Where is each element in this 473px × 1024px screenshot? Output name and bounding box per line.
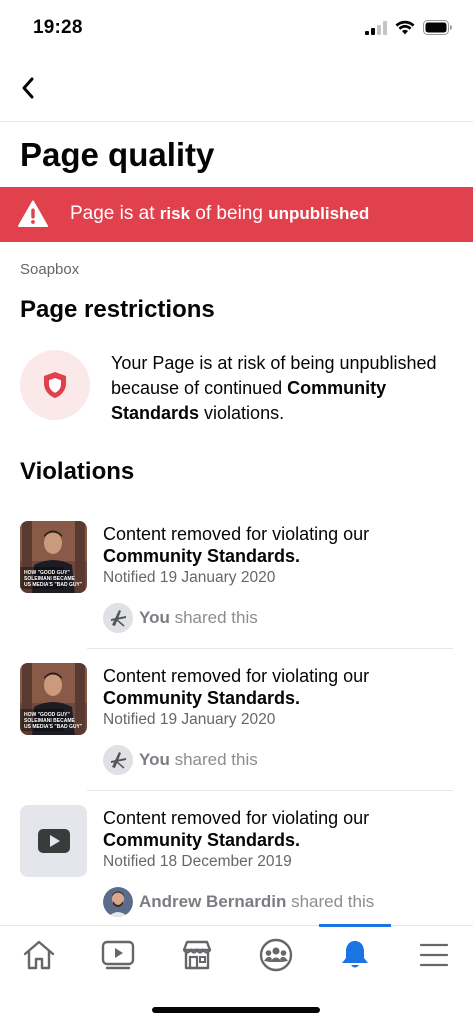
alert-text-prefix: Page is at: [70, 203, 160, 224]
shared-by-text: Andrew Bernardin shared this: [139, 892, 374, 912]
alert-text: Page is at risk of being unpublished: [70, 203, 369, 225]
home-indicator: [152, 1007, 320, 1013]
post-thumbnail-image: HOW "GOOD GUY" SOLEIMANI BECAME US MEDIA…: [20, 663, 87, 735]
post-thumbnail-image: HOW "GOOD GUY" SOLEIMANI BECAME US MEDIA…: [20, 521, 87, 593]
post-thumbnail: [20, 805, 87, 877]
restriction-text-end: violations.: [199, 403, 285, 423]
wifi-icon: [395, 20, 415, 35]
chevron-left-icon: [22, 77, 34, 99]
shared-suffix: shared this: [169, 608, 258, 627]
restriction-text-start: Your Page is at risk of being unpublishe…: [111, 353, 437, 398]
tab-notifications[interactable]: [316, 926, 394, 984]
violations-heading: Violations: [20, 458, 135, 485]
back-button[interactable]: [12, 72, 44, 104]
avatar: [103, 603, 133, 633]
sharer-name: You: [139, 750, 170, 769]
tab-menu[interactable]: [395, 926, 473, 984]
post-thumbnail: HOW "GOOD GUY" SOLEIMANI BECAME US MEDIA…: [20, 663, 87, 735]
tab-home[interactable]: [0, 926, 78, 984]
marketplace-icon: [182, 940, 212, 970]
video-play-icon: [37, 829, 70, 853]
tab-watch[interactable]: [79, 926, 157, 984]
alert-text-risk: risk: [159, 204, 191, 223]
sharer-name: Andrew Bernardin: [139, 892, 287, 911]
restrictions-heading: Page restrictions: [20, 296, 215, 323]
violation-item[interactable]: HOW "GOOD GUY" SOLEIMANI BECAME US MEDIA…: [0, 521, 473, 663]
risk-alert-banner: Page is at risk of being unpublished: [0, 187, 473, 242]
violation-text: Content removed for violating our Commun…: [103, 665, 463, 731]
cellular-signal-icon: [365, 20, 387, 35]
violation-line1: Content removed for violating our: [103, 524, 370, 544]
shared-by-text: You shared this: [139, 750, 258, 770]
battery-icon: [423, 20, 452, 35]
avatar: [103, 745, 133, 775]
violation-date: Notified 19 January 2020: [103, 569, 276, 586]
tab-marketplace[interactable]: [158, 926, 236, 984]
status-time: 19:28: [33, 17, 83, 38]
divider: [87, 648, 453, 649]
shared-by-text: You shared this: [139, 608, 258, 628]
violation-date: Notified 19 January 2020: [103, 711, 276, 728]
tab-groups[interactable]: [237, 926, 315, 984]
sharer-name: You: [139, 608, 170, 627]
post-thumbnail: HOW "GOOD GUY" SOLEIMANI BECAME US MEDIA…: [20, 521, 87, 593]
shared-suffix: shared this: [286, 892, 375, 911]
violation-line2: Community Standards.: [103, 830, 301, 850]
avatar: [103, 887, 133, 917]
page-title: Page quality: [20, 136, 215, 173]
violation-item[interactable]: HOW "GOOD GUY" SOLEIMANI BECAME US MEDIA…: [0, 663, 473, 805]
violation-text: Content removed for violating our Commun…: [103, 807, 463, 873]
restriction-description: Your Page is at risk of being unpublishe…: [111, 351, 451, 426]
shield-icon: [44, 372, 66, 398]
shared-by-row: You shared this: [103, 603, 258, 633]
violation-line1: Content removed for violating our: [103, 666, 370, 686]
user-avatar-image: [103, 887, 133, 917]
groups-icon: [259, 938, 293, 972]
shared-by-row: You shared this: [103, 745, 258, 775]
violation-date: Notified 18 December 2019: [103, 853, 292, 870]
page-logo-icon: [103, 745, 133, 775]
status-icons: [365, 20, 453, 35]
restriction-icon-circle: [20, 350, 90, 420]
shared-by-row: Andrew Bernardin shared this: [103, 887, 374, 917]
menu-icon: [419, 943, 449, 967]
shared-suffix: shared this: [169, 750, 258, 769]
status-bar: 19:28: [0, 0, 473, 58]
warning-triangle-icon: [18, 200, 48, 227]
divider: [87, 790, 453, 791]
alert-text-middle: of being: [190, 203, 269, 224]
watch-icon: [101, 940, 135, 970]
notifications-bell-icon: [342, 941, 368, 968]
violation-line2: Community Standards.: [103, 546, 301, 566]
home-icon: [23, 940, 55, 970]
violation-text: Content removed for violating our Commun…: [103, 523, 463, 589]
page-logo-icon: [103, 603, 133, 633]
violation-line2: Community Standards.: [103, 688, 301, 708]
navigation-bar: [0, 58, 473, 122]
page-name: Soapbox: [20, 261, 80, 278]
violation-line1: Content removed for violating our: [103, 808, 370, 828]
svg-text:US MEDIA'S "BAD GUY": US MEDIA'S "BAD GUY": [24, 582, 83, 588]
svg-text:US MEDIA'S "BAD GUY": US MEDIA'S "BAD GUY": [24, 724, 83, 730]
alert-text-unpublished: unpublished: [268, 204, 370, 223]
